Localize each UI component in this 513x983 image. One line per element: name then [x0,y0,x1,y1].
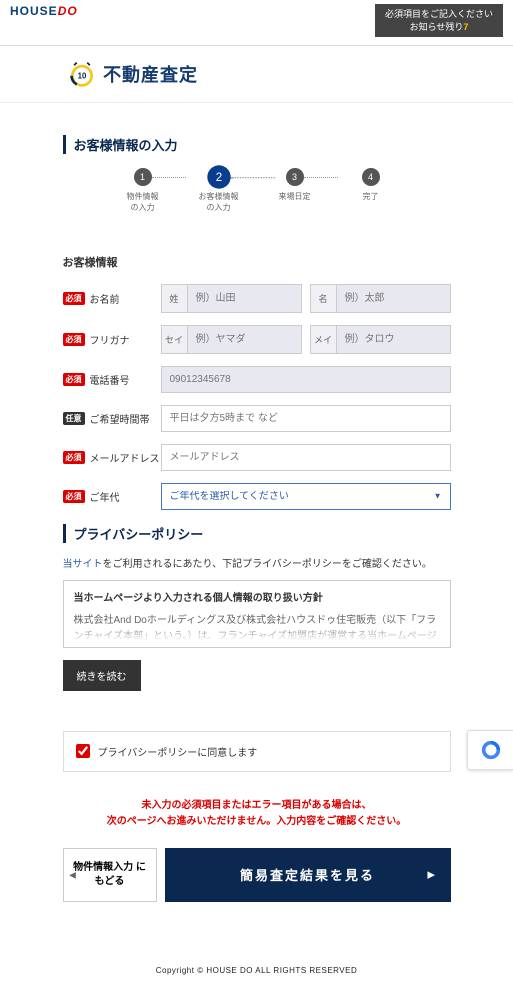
optional-badge: 任意 [63,412,85,425]
read-more-button[interactable]: 続きを読む [63,660,141,691]
firstname-input[interactable] [337,286,450,311]
back-button[interactable]: 物件情報入力 にもどる [63,848,157,902]
required-badge: 必須 [63,373,85,386]
required-badge: 必須 [63,451,85,464]
submit-button[interactable]: 簡易査定結果を見る [165,848,451,902]
firstname-kana-input[interactable] [337,327,450,352]
required-badge: 必須 [63,292,85,305]
required-badge: 必須 [63,333,85,346]
notice-box: 必須項目をご記入ください お知らせ残り7 [375,4,503,37]
agree-checkbox[interactable] [76,744,90,758]
page-title: 不動産査定 [103,65,198,85]
section-heading-policy: プライバシーポリシー [63,524,451,543]
required-badge: 必須 [63,490,85,503]
lastname-input[interactable] [188,286,301,311]
error-message: 未入力の必須項目またはエラー項目がある場合は、 次のページへお進みいただけません… [63,798,451,830]
email-input[interactable] [162,445,450,470]
lastname-kana-input[interactable] [188,327,301,352]
logo: HOUSEDO [10,4,78,18]
policy-box: 当ホームページより入力される個人情報の取り扱い方針 株式会社And Doホールデ… [63,580,451,648]
customer-info-heading: お客様情報 [63,254,451,270]
step-indicator: 1物件情報 の入力 2お客様情報 の入力 3来場日定 4完了 [63,168,451,213]
recaptcha-badge [467,730,513,770]
section-heading-input: お客様情報の入力 [63,135,451,154]
footer-copyright: Copyright © HOUSE DO ALL RIGHTS RESERVED [0,962,513,983]
age-select[interactable]: ご年代を選択してください [162,484,450,509]
agree-label[interactable]: プライバシーポリシーに同意します [76,744,438,759]
phone-input[interactable] [162,367,450,392]
clock-badge-icon: 10 [68,60,96,88]
preferred-time-input[interactable] [162,406,450,431]
svg-text:10: 10 [78,72,87,81]
policy-description: 当サイトをご利用されるにあたり、下記プライバシーポリシーをご確認ください。 [63,555,451,570]
